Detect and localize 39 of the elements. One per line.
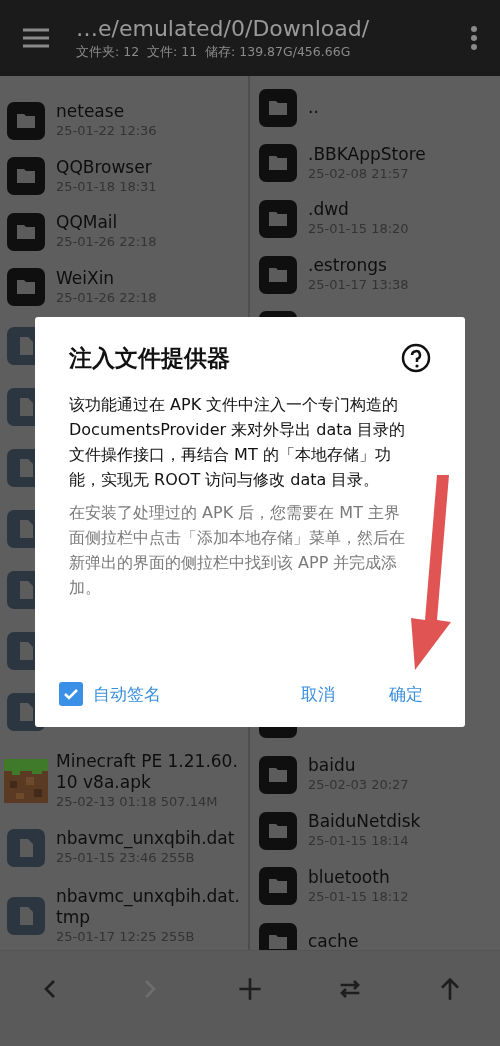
file-name[interactable]: .dwd [308, 199, 409, 221]
dialog-note: 在安装了处理过的 APK 后，您需要在 MT 主界面侧拉栏中点击「添加本地存储」菜单，然后在新弹出的界面的侧拉栏中找到该 APP 并完成添加。 [69, 501, 406, 599]
folder-icon [259, 200, 297, 238]
folder-icon [259, 144, 297, 183]
file-name[interactable]: nbavmc_unxqbih.dat [56, 828, 235, 850]
file-name[interactable]: BaiduNetdisk [308, 811, 421, 832]
file-name[interactable]: cache [308, 931, 359, 950]
file-name[interactable]: QQBrowser [56, 156, 157, 178]
file-icon [7, 828, 45, 867]
file-name[interactable]: bluetooth [308, 866, 409, 888]
file-name[interactable]: netease [56, 101, 157, 123]
file-name[interactable]: WeiXin [56, 267, 157, 289]
folder-icon [259, 867, 297, 906]
dialog-button[interactable]: 确定 [389, 681, 423, 707]
auto-sign-checkbox[interactable]: 自动签名 [59, 681, 161, 707]
folder-icon [7, 268, 45, 307]
folder-icon [259, 755, 297, 794]
folder-icon [259, 255, 297, 294]
file-name[interactable]: nbavmc_unxqbih.dat.tmp [56, 885, 244, 928]
storage-info: 文件夹: 12 文件: 11 储存: 139.87G/456.66G [76, 43, 352, 61]
file-icon [7, 896, 45, 935]
folder-icon [259, 811, 297, 850]
folder-icon [7, 101, 45, 140]
file-name[interactable]: .. [308, 97, 319, 119]
file-name[interactable]: Minecraft PE 1.21.60.10 v8a.apk [56, 751, 244, 793]
file-name[interactable]: baidu [308, 755, 409, 777]
folder-icon [7, 212, 45, 251]
file-name[interactable]: .estrongs [308, 255, 409, 277]
more-icon[interactable] [470, 25, 478, 51]
dialog-title: 注入文件提供器 [69, 344, 230, 373]
path-title: …e/emulated/0/Download/ [76, 15, 371, 43]
dialog-button[interactable]: 取消 [301, 681, 335, 707]
file-name[interactable]: QQMail [56, 212, 157, 234]
file-name[interactable]: .BBKAppStore [308, 143, 426, 165]
folder-icon [259, 88, 297, 127]
folder-icon [7, 157, 45, 196]
dialog-body: 该功能通过在 APK 文件中注入一个专门构造的 DocumentsProvider 来对外导出 data 目录的文件操作接口，再结合 MT 的「本地存储」功能，实现无 ROOT 访问与修改 data 目录。 [69, 393, 407, 491]
help-icon[interactable] [401, 343, 431, 374]
menu-icon[interactable] [22, 27, 50, 49]
